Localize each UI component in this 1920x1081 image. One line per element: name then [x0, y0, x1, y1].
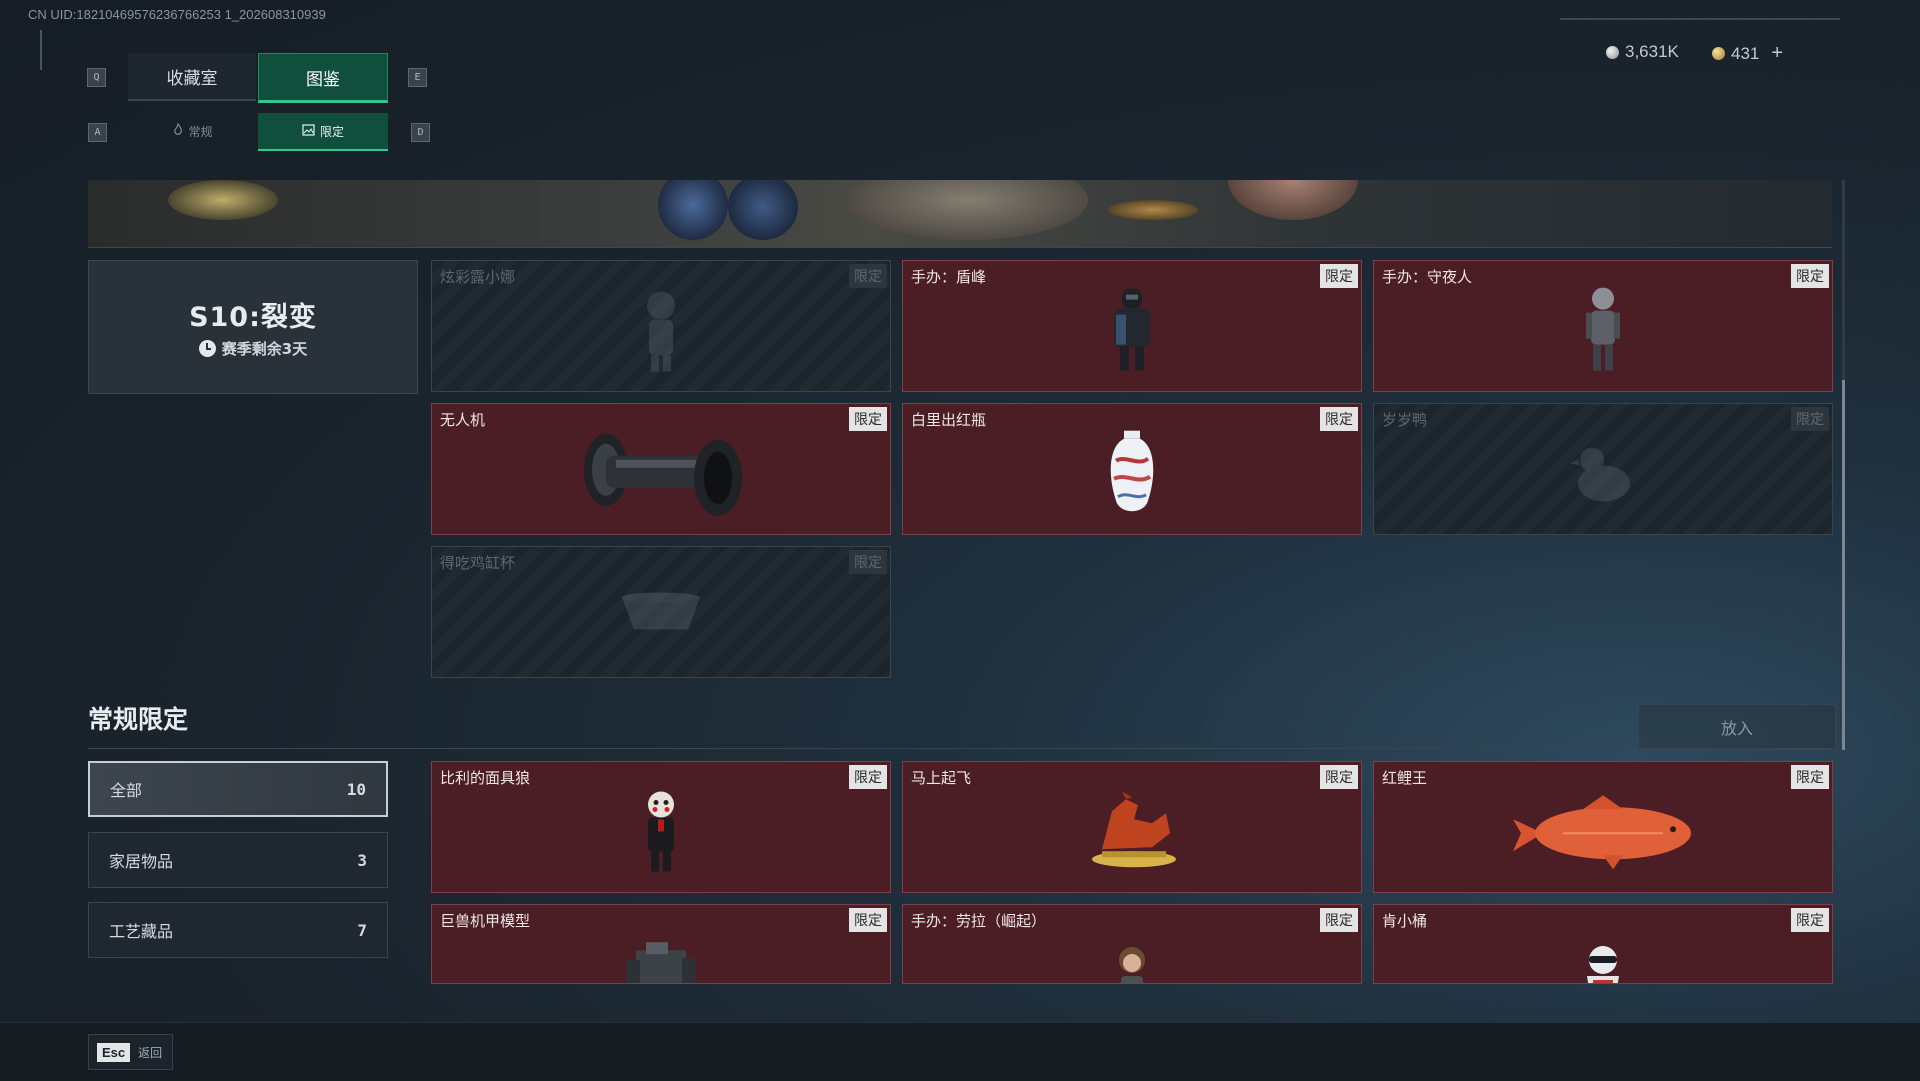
- image-icon: [302, 123, 315, 139]
- silver-currency: 3,631K: [1606, 42, 1679, 62]
- collectible-card[interactable]: 比利的面具狼 限定: [431, 761, 891, 893]
- filter-all[interactable]: 全部 10: [88, 761, 388, 817]
- limited-tag: 限定: [1791, 407, 1829, 431]
- season-banner-image: [88, 180, 1832, 248]
- collectible-card[interactable]: 无人机 限定: [431, 403, 891, 535]
- filter-label: 家居物品: [109, 852, 174, 871]
- filter-count: 3: [357, 850, 367, 870]
- card-title: 无人机: [440, 411, 486, 429]
- card-title: 炫彩露小娜: [440, 268, 516, 286]
- collectible-card[interactable]: 手办：守夜人 限定: [1373, 260, 1833, 392]
- subtab-limited-label: 限定: [319, 124, 344, 139]
- carp-fish-icon: [1503, 789, 1703, 873]
- key-hint-e: E: [408, 68, 427, 87]
- collectible-card[interactable]: 得吃鸡缸杯 限定: [431, 546, 891, 678]
- back-button[interactable]: Esc 返回: [88, 1034, 174, 1070]
- card-title: 红鲤王: [1382, 769, 1428, 787]
- limited-tag: 限定: [849, 908, 887, 932]
- bottom-bar: [0, 1022, 1920, 1081]
- limited-tag: 限定: [1320, 908, 1358, 932]
- card-title: 手办：劳拉（崛起）: [911, 912, 1047, 930]
- limited-tag: 限定: [1791, 908, 1829, 932]
- mech-model-icon: [616, 940, 706, 983]
- collectible-card[interactable]: 手办：劳拉（崛起） 限定: [902, 904, 1362, 984]
- scrollbar-thumb[interactable]: [1842, 380, 1845, 750]
- season-time-remaining: 赛季剩余3天: [198, 338, 308, 359]
- subtab-regular-label: 常规: [188, 124, 213, 139]
- puppet-figure-icon: [636, 787, 686, 877]
- key-hint-q: Q: [87, 68, 106, 87]
- corner-bracket: [40, 30, 50, 70]
- gold-currency[interactable]: 431 +: [1712, 42, 1783, 65]
- figure-icon: [631, 286, 691, 376]
- card-title: 岁岁鸭: [1382, 411, 1428, 429]
- limited-tag: 限定: [849, 264, 887, 288]
- season-name: S10:裂变: [189, 302, 317, 333]
- filter-count: 10: [346, 779, 366, 799]
- clock-icon: [198, 340, 216, 357]
- card-title: 手办：盾峰: [911, 268, 987, 286]
- collectible-card[interactable]: 马上起飞 限定: [902, 761, 1362, 893]
- subtab-limited[interactable]: 限定: [258, 113, 388, 151]
- filter-count: 7: [357, 920, 367, 940]
- drone-icon: [576, 426, 746, 522]
- card-title: 白里出红瓶: [911, 411, 987, 429]
- limited-tag: 限定: [1320, 264, 1358, 288]
- season-panel: S10:裂变 赛季剩余3天: [88, 260, 418, 394]
- gold-amount: 431: [1731, 43, 1760, 63]
- silver-amount: 3,631K: [1625, 42, 1679, 61]
- card-title: 得吃鸡缸杯: [440, 554, 516, 572]
- key-hint-a: A: [88, 123, 107, 142]
- section-title: 常规限定: [88, 705, 189, 734]
- bucket-figure-icon: [1573, 942, 1633, 983]
- card-title: 比利的面具狼: [440, 769, 531, 787]
- limited-tag: 限定: [849, 765, 887, 789]
- put-in-button[interactable]: 放入: [1638, 704, 1836, 750]
- duck-icon: [1568, 438, 1638, 508]
- season-remaining-text: 赛季剩余3天: [221, 340, 308, 358]
- card-title: 巨兽机甲模型: [440, 912, 531, 930]
- limited-tag: 限定: [849, 550, 887, 574]
- horse-statue-icon: [1082, 789, 1182, 873]
- flame-icon: [173, 122, 183, 139]
- collectible-card[interactable]: 红鲤王 限定: [1373, 761, 1833, 893]
- filter-label: 全部: [110, 781, 143, 800]
- lara-figure-icon: [1107, 942, 1157, 983]
- tab-catalog[interactable]: 图鉴: [258, 53, 388, 103]
- card-title: 手办：守夜人: [1382, 268, 1473, 286]
- subtab-regular[interactable]: 常规: [128, 113, 258, 149]
- filter-home-items[interactable]: 家居物品 3: [88, 832, 388, 888]
- filter-label: 工艺藏品: [109, 922, 174, 941]
- collectible-card[interactable]: 岁岁鸭 限定: [1373, 403, 1833, 535]
- collectible-card[interactable]: 肯小桶 限定: [1373, 904, 1833, 984]
- collectible-card[interactable]: 白里出红瓶 限定: [902, 403, 1362, 535]
- add-currency-button[interactable]: +: [1771, 42, 1783, 65]
- card-title: 肯小桶: [1382, 912, 1428, 930]
- top-divider: [1560, 18, 1840, 20]
- gold-coin-icon: [1712, 47, 1725, 60]
- tab-collection-room[interactable]: 收藏室: [128, 53, 256, 101]
- collectible-card[interactable]: 手办：盾峰 限定: [902, 260, 1362, 392]
- limited-tag: 限定: [1320, 765, 1358, 789]
- uid-text: CN UID:18210469576236766253 1_2026083109…: [28, 7, 326, 22]
- filter-crafts[interactable]: 工艺藏品 7: [88, 902, 388, 958]
- esc-key-hint: Esc: [97, 1042, 131, 1062]
- section-divider: [88, 748, 1832, 749]
- key-hint-d: D: [411, 123, 430, 142]
- card-title: 马上起飞: [911, 769, 972, 787]
- collectible-card[interactable]: 炫彩露小娜 限定: [431, 260, 891, 392]
- armored-figure-icon: [1102, 285, 1162, 377]
- limited-tag: 限定: [1320, 407, 1358, 431]
- cup-icon: [616, 590, 706, 640]
- limited-tag: 限定: [1791, 264, 1829, 288]
- back-label: 返回: [138, 1045, 163, 1060]
- soldier-figure-icon: [1578, 285, 1628, 377]
- silver-coin-icon: [1606, 45, 1619, 59]
- collectible-card[interactable]: 巨兽机甲模型 限定: [431, 904, 891, 984]
- porcelain-vase-icon: [1102, 427, 1162, 521]
- limited-tag: 限定: [849, 407, 887, 431]
- limited-tag: 限定: [1791, 765, 1829, 789]
